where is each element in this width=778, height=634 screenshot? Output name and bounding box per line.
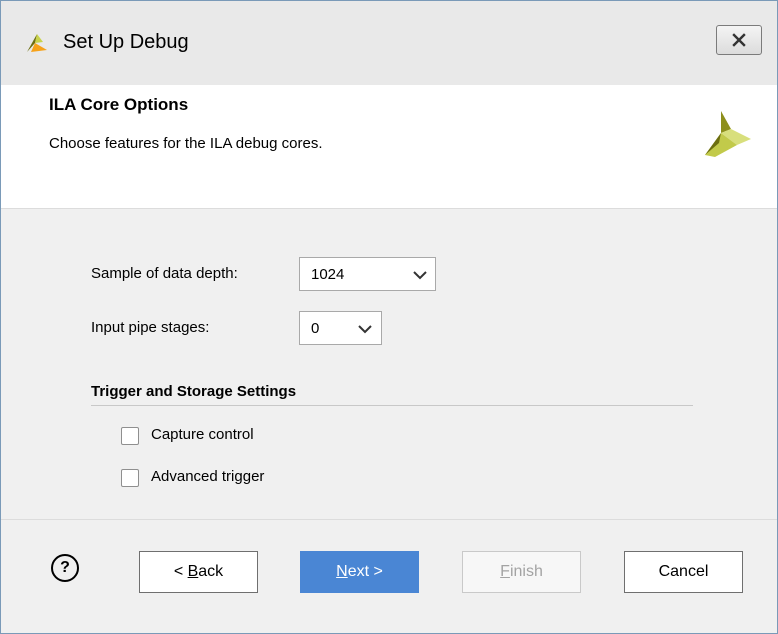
page-header: ILA Core Options Choose features for the…: [1, 85, 777, 209]
help-button[interactable]: ?: [51, 554, 79, 582]
vivado-logo-icon: [27, 34, 47, 52]
cancel-button-label: Cancel: [658, 563, 709, 580]
window-title: Set Up Debug: [63, 31, 189, 53]
data-depth-label: Sample of data depth:: [91, 265, 238, 282]
finish-button[interactable]: Finish: [462, 551, 581, 593]
page-subtitle: Choose features for the ILA debug cores.: [49, 135, 323, 152]
next-button-label: ext >: [347, 563, 383, 580]
back-button-prefix: <: [173, 563, 188, 580]
close-button[interactable]: [716, 25, 762, 55]
next-button[interactable]: Next >: [300, 551, 419, 593]
advanced-trigger-checkbox[interactable]: [121, 469, 139, 487]
section-divider: [91, 405, 693, 406]
back-button-mnemonic: B: [187, 563, 199, 580]
vivado-logo-icon: [705, 111, 751, 157]
trigger-section-title: Trigger and Storage Settings: [91, 383, 297, 400]
title-bar: Set Up Debug: [1, 1, 777, 85]
cancel-button[interactable]: Cancel: [624, 551, 743, 593]
back-button-label: ack: [198, 563, 224, 580]
pipe-stages-select[interactable]: 0: [299, 311, 382, 345]
data-depth-value: 1024: [311, 266, 345, 283]
capture-control-checkbox[interactable]: [121, 427, 139, 445]
data-depth-select[interactable]: 1024: [299, 257, 436, 291]
help-icon: ?: [60, 559, 70, 576]
pipe-stages-value: 0: [311, 320, 320, 337]
footer-divider: [1, 519, 777, 520]
advanced-trigger-label: Advanced trigger: [151, 468, 265, 485]
next-button-mnemonic: N: [336, 563, 348, 580]
pipe-stages-label: Input pipe stages:: [91, 319, 210, 336]
back-button[interactable]: < Back: [139, 551, 258, 593]
setup-debug-dialog: Set Up Debug ILA Core Options Choose fea…: [0, 0, 778, 634]
chevron-down-icon: [413, 271, 427, 280]
page-title: ILA Core Options: [49, 95, 189, 114]
finish-button-mnemonic: F: [500, 563, 510, 580]
close-icon: [732, 33, 746, 47]
chevron-down-icon: [358, 325, 372, 334]
capture-control-label: Capture control: [151, 426, 254, 443]
finish-button-label: inish: [509, 563, 543, 580]
